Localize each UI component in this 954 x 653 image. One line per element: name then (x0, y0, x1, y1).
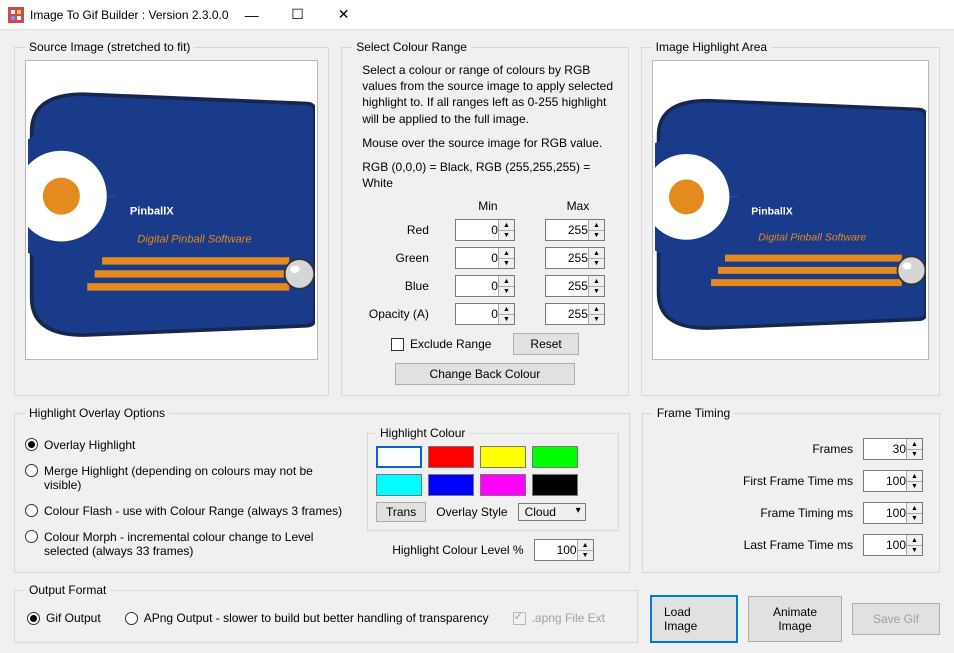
save-gif-button[interactable]: Save Gif (852, 603, 940, 635)
reset-button[interactable]: Reset (513, 333, 578, 355)
overlay-style-label: Overlay Style (436, 505, 507, 519)
frames-spinner[interactable]: 30▲▼ (863, 438, 923, 460)
frames-label: Frames (659, 442, 853, 456)
output-format-legend: Output Format (25, 583, 110, 597)
output-format-group: Output Format Gif Output APng Output - s… (14, 583, 638, 643)
overlay-options-legend: Highlight Overlay Options (25, 406, 169, 420)
colour-desc-1: Select a colour or range of colours by R… (362, 62, 615, 127)
last-frame-label: Last Frame Time ms (659, 538, 853, 552)
highlight-colour-legend: Highlight Colour (376, 426, 469, 440)
green-label: Green (359, 251, 431, 265)
exclude-range-checkbox[interactable]: Exclude Range (391, 337, 491, 351)
pinballx-logo: PinballX Digital Pinball Software (28, 63, 315, 357)
svg-text:Digital Pinball Software: Digital Pinball Software (137, 233, 251, 245)
svg-text:PinballX: PinballX (130, 206, 174, 218)
merge-highlight-radio[interactable]: Merge Highlight (depending on colours ma… (25, 464, 355, 492)
source-image-legend: Source Image (stretched to fit) (25, 40, 194, 54)
frame-timing-legend: Frame Timing (653, 406, 734, 420)
svg-text:Digital Pinball Software: Digital Pinball Software (758, 232, 866, 244)
opacity-max-spinner[interactable]: 255▲▼ (545, 303, 605, 325)
frame-timing-spinner[interactable]: 100▲▼ (863, 502, 923, 524)
overlay-options-group: Highlight Overlay Options Overlay Highli… (14, 406, 630, 573)
minimize-button[interactable]: — (229, 0, 275, 29)
image-highlight-group: Image Highlight Area PinballX Digital Pi… (641, 40, 940, 396)
pinballx-logo-highlight: PinballX Digital Pinball Software (655, 63, 926, 357)
maximize-button[interactable]: ☐ (275, 0, 321, 29)
trans-button[interactable]: Trans (376, 502, 426, 522)
colour-desc-3: RGB (0,0,0) = Black, RGB (255,255,255) =… (362, 159, 615, 191)
swatch-blue[interactable] (428, 474, 474, 496)
red-label: Red (359, 223, 431, 237)
colour-morph-radio[interactable]: Colour Morph - incremental colour change… (25, 530, 355, 558)
opacity-min-spinner[interactable]: 0▲▼ (455, 303, 515, 325)
first-frame-spinner[interactable]: 100▲▼ (863, 470, 923, 492)
green-max-spinner[interactable]: 255▲▼ (545, 247, 605, 269)
change-back-colour-button[interactable]: Change Back Colour (395, 363, 575, 385)
window-title: Image To Gif Builder : Version 2.3.0.0 (30, 8, 229, 22)
blue-label: Blue (359, 279, 431, 293)
swatch-cyan[interactable] (376, 474, 422, 496)
red-min-spinner[interactable]: 0▲▼ (455, 219, 515, 241)
swatch-magenta[interactable] (480, 474, 526, 496)
swatch-black[interactable] (532, 474, 578, 496)
source-image-group: Source Image (stretched to fit) PinballX… (14, 40, 329, 396)
app-icon (8, 7, 24, 23)
swatch-red[interactable] (428, 446, 474, 468)
max-header: Max (545, 199, 611, 213)
last-frame-spinner[interactable]: 100▲▼ (863, 534, 923, 556)
overlay-style-select[interactable]: Cloud (518, 503, 586, 521)
swatch-white[interactable] (376, 446, 422, 468)
load-image-button[interactable]: Load Image (650, 595, 738, 643)
blue-min-spinner[interactable]: 0▲▼ (455, 275, 515, 297)
colour-desc-2: Mouse over the source image for RGB valu… (362, 135, 615, 151)
frame-timing-label: Frame Timing ms (659, 506, 853, 520)
svg-text:PinballX: PinballX (751, 205, 792, 217)
image-highlight-legend: Image Highlight Area (652, 40, 771, 54)
red-max-spinner[interactable]: 255▲▼ (545, 219, 605, 241)
blue-max-spinner[interactable]: 255▲▼ (545, 275, 605, 297)
green-min-spinner[interactable]: 0▲▼ (455, 247, 515, 269)
colour-flash-radio[interactable]: Colour Flash - use with Colour Range (al… (25, 504, 355, 518)
colour-range-group: Select Colour Range Select a colour or r… (341, 40, 628, 396)
highlight-colour-group: Highlight Colour Trans (367, 426, 619, 531)
first-frame-label: First Frame Time ms (659, 474, 853, 488)
close-button[interactable]: ✕ (321, 0, 367, 29)
opacity-label: Opacity (A) (359, 307, 431, 321)
animate-image-button[interactable]: Animate Image (748, 596, 842, 642)
titlebar: Image To Gif Builder : Version 2.3.0.0 —… (0, 0, 954, 30)
apng-output-radio[interactable]: APng Output - slower to build but better… (125, 611, 489, 625)
overlay-highlight-radio[interactable]: Overlay Highlight (25, 438, 355, 452)
highlight-level-spinner[interactable]: 100▲▼ (534, 539, 594, 561)
frame-timing-group: Frame Timing Frames 30▲▼ First Frame Tim… (642, 406, 940, 573)
colour-range-legend: Select Colour Range (352, 40, 471, 54)
min-header: Min (455, 199, 521, 213)
apng-ext-checkbox: .apng File Ext (513, 611, 605, 625)
gif-output-radio[interactable]: Gif Output (27, 611, 101, 625)
highlight-level-label: Highlight Colour Level % (392, 543, 523, 557)
source-image-panel[interactable]: PinballX Digital Pinball Software (25, 60, 318, 360)
swatch-green[interactable] (532, 446, 578, 468)
swatch-yellow[interactable] (480, 446, 526, 468)
image-highlight-panel[interactable]: PinballX Digital Pinball Software (652, 60, 929, 360)
